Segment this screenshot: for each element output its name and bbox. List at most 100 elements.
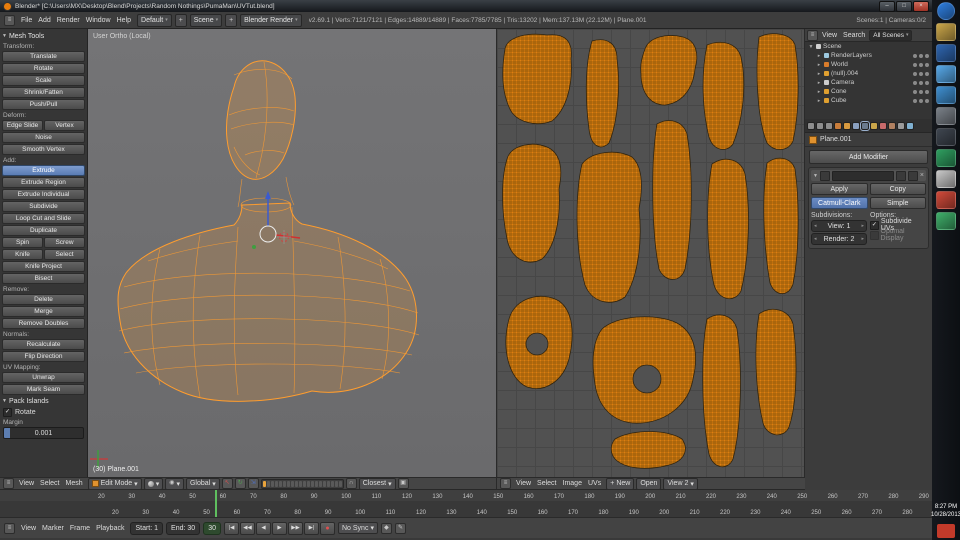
layer-dot[interactable] [314,480,318,487]
menu-top-render[interactable]: Render [54,17,83,24]
viewport-visibility-icon[interactable] [907,170,918,181]
tool-unwrap[interactable]: Unwrap [2,372,85,383]
tab-material[interactable] [879,121,887,130]
layer-dot[interactable] [270,480,274,487]
layer-dot[interactable] [322,480,326,487]
app-green[interactable] [936,149,956,167]
tab-constraints[interactable] [852,121,860,130]
camera-icon[interactable] [925,89,929,94]
editor-type-icon[interactable]: ≡ [500,478,511,489]
transport-play[interactable]: ▶ [271,521,287,535]
camera-icon[interactable] [925,62,929,67]
tab-data[interactable] [870,121,878,130]
simple-button[interactable]: Simple [869,197,926,209]
add-modifier-button[interactable]: Add Modifier [809,150,928,164]
eye-icon[interactable] [913,98,917,103]
app-tool[interactable] [936,107,956,125]
outliner[interactable]: ≡ View Search All Scenes ▾ ▼ Scene ▸ RenderL… [805,29,932,120]
tool-shrink-fatten[interactable]: Shrink/Fatten [2,87,85,98]
render-subdivisions-field[interactable]: ◂ Render: 2 ▸ [811,233,867,245]
tool-knife-project[interactable]: Knife Project [2,261,85,272]
open-image-button[interactable]: Open [636,477,662,490]
tab-render-layers[interactable] [816,121,824,130]
arrow-icon[interactable] [919,98,923,103]
optimal-display-row[interactable]: Optimal Display [870,228,926,242]
tool-bisect[interactable]: Bisect [2,273,85,284]
transport-next-keyframe[interactable]: ▶▶ [287,521,303,535]
menu-3dview-view[interactable]: View [16,480,37,487]
eye-icon[interactable] [913,62,917,67]
tool-shelf[interactable]: ▼ Mesh Tools Transform: Translate Rotate Sc… [0,29,88,477]
start-orb[interactable] [937,2,955,20]
mesh-tools-panel-header[interactable]: ▼ Mesh Tools [2,31,85,41]
decrement-icon[interactable]: ◂ [814,223,817,229]
eye-icon[interactable] [913,89,917,94]
subdivide-uvs-checkbox[interactable]: ✓ [870,220,879,230]
layer-dot[interactable] [306,480,310,487]
outliner-row-camera[interactable]: ▸ Camera [805,78,932,87]
tool-loop-cut-and-slide[interactable]: Loop Cut and Slide [2,213,85,224]
arrow-icon[interactable] [919,53,923,58]
menu-3dview-select[interactable]: Select [37,480,62,487]
rotate-checkbox[interactable]: ✓ [3,407,12,417]
outliner-editor-icon[interactable]: ≡ [807,29,818,41]
manipulator-scale-icon[interactable]: ⇲ [247,478,259,489]
properties-editor[interactable]: Plane.001 Add Modifier ▼ × Apply Copy Ca… [805,119,932,490]
windows-taskbar[interactable]: 8:27 PM 10/28/2013 [931,0,960,540]
snap-magnet-icon[interactable]: ∩ [345,478,357,489]
menu-timeline-playback[interactable]: Playback [93,525,127,532]
keying-set-icon[interactable]: ◆ [380,522,392,534]
outliner-row-renderlayers[interactable]: ▸ RenderLayers [805,51,932,60]
taskbar-notification-icon[interactable] [937,524,955,538]
menu-top-window[interactable]: Window [83,17,114,24]
optimal-display-checkbox[interactable] [870,230,879,240]
layer-dot[interactable] [266,480,270,487]
delete-modifier-icon[interactable]: × [920,172,924,179]
expand-icon[interactable]: ▸ [816,98,822,104]
eye-icon[interactable] [913,71,917,76]
app-editor[interactable] [936,128,956,146]
add-layout-button[interactable]: + [174,13,187,27]
expand-icon[interactable]: ▸ [816,80,822,86]
tab-particles[interactable] [897,121,905,130]
app-explorer[interactable] [936,23,956,41]
menu-outliner-view[interactable]: View [819,32,840,39]
camera-icon[interactable] [925,98,929,103]
app-media[interactable] [936,44,956,62]
app-browser[interactable] [936,65,956,83]
camera-icon[interactable] [925,80,929,85]
app-chat[interactable] [936,86,956,104]
tool-mark-seam[interactable]: Mark Seam [2,384,85,395]
uv-view-dropdown[interactable]: View 2 ▾ [663,477,698,490]
layer-dot[interactable] [262,480,266,487]
menu-timeline-view[interactable]: View [18,525,39,532]
expand-icon[interactable]: ▼ [808,44,814,50]
expand-icon[interactable]: ▸ [816,53,822,59]
app-gray[interactable] [936,170,956,188]
outliner-row-cone[interactable]: ▸ Cone [805,87,932,96]
minimize-button[interactable]: – [879,0,895,12]
arrow-icon[interactable] [919,71,923,76]
menu-uv-uvs[interactable]: UVs [585,480,604,487]
snap-element-dropdown[interactable]: Closest ▾ [358,477,396,490]
copy-button[interactable]: Copy [869,183,926,195]
increment-icon[interactable]: ▸ [861,236,864,242]
transport-play-reverse[interactable]: ◀ [255,521,271,535]
layer-dot[interactable] [310,480,314,487]
tool-duplicate[interactable]: Duplicate [2,225,85,236]
menu-uv-select[interactable]: Select [534,480,559,487]
outliner-display-dropdown[interactable]: All Scenes ▾ [869,29,913,41]
scene-dropdown[interactable]: Scene ▾ [189,13,223,27]
pack-islands-panel-header[interactable]: ▼ Pack Islands [2,396,85,406]
tool-subdivide[interactable]: Subdivide [2,201,85,212]
tool-smooth-vertex[interactable]: Smooth Vertex [2,144,85,155]
editor-type-icon[interactable]: ≡ [3,478,14,489]
camera-icon[interactable] [925,71,929,76]
layer-dot[interactable] [290,480,294,487]
eye-icon[interactable] [913,80,917,85]
tool-edge-slide[interactable]: Edge Slide [2,120,43,131]
tool-extrude[interactable]: Extrude [2,165,85,176]
render-engine-dropdown[interactable]: Blender Render ▾ [240,13,302,27]
manipulator-translate-icon[interactable]: ↖ [221,478,233,489]
tab-texture[interactable] [888,121,896,130]
